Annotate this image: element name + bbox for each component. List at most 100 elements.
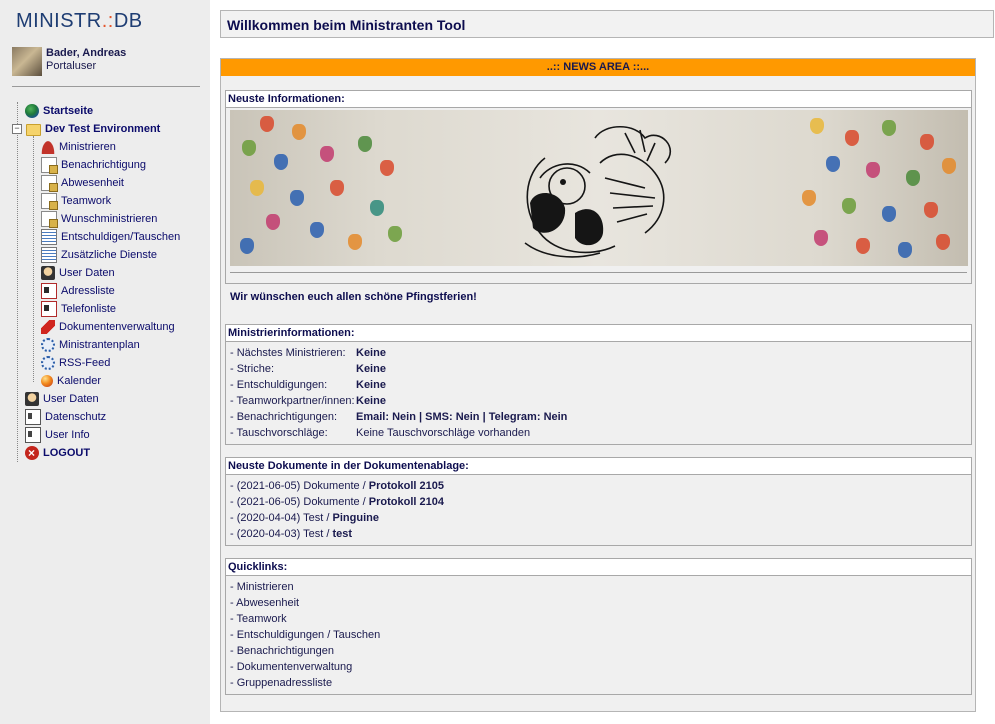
handprint [802, 190, 816, 206]
page-title: Willkommen beim Ministranten Tool [220, 10, 994, 38]
user-face-icon [25, 392, 39, 406]
info-row-swap: - Tauschvorschläge: Keine Tauschvorschläg… [230, 427, 531, 439]
quicklink-benachrichtigungen[interactable]: - Benachrichtigungen [230, 643, 967, 659]
nav-wunschministrieren[interactable]: Wunschministrieren [41, 211, 157, 228]
handprint [330, 180, 344, 196]
quicklink-abwesenheit[interactable]: - Abwesenheit [230, 595, 967, 611]
document-item[interactable]: - (2021-06-05) Dokumente / Protokoll 210… [230, 478, 967, 494]
handprint [942, 158, 956, 174]
nav-rss-feed[interactable]: RSS-Feed [41, 355, 110, 371]
calendar-ball-icon [41, 375, 53, 387]
quicklinks-box: Quicklinks: - Ministrieren - Abwesenheit… [225, 558, 972, 695]
handprint [856, 238, 870, 254]
nav-logout[interactable]: LOGOUT [25, 445, 90, 461]
user-role: Portaluser [46, 60, 97, 72]
address-card-icon [41, 283, 57, 299]
handprint [250, 180, 264, 196]
news-area-header: ..:: NEWS AREA ::... [221, 59, 975, 76]
nav-teamwork[interactable]: Teamwork [41, 193, 111, 210]
main-panel: ..:: NEWS AREA ::... Neuste Informatione… [220, 58, 976, 712]
nav-user-daten[interactable]: User Daten [25, 391, 99, 407]
handprint [242, 140, 256, 156]
quicklink-gruppenadressliste[interactable]: - Gruppenadressliste [230, 675, 967, 691]
tree-guide-line [17, 102, 18, 462]
globe-icon [25, 104, 39, 118]
collapse-icon[interactable]: − [12, 124, 22, 134]
handprint [906, 170, 920, 186]
handprint [882, 206, 896, 222]
nav-startseite[interactable]: Startseite [25, 103, 93, 119]
quicklink-ministrieren[interactable]: - Ministrieren [230, 579, 967, 595]
document-item[interactable]: - (2021-06-05) Dokumente / Protokoll 210… [230, 494, 967, 510]
handprint [388, 226, 402, 242]
ministrier-info-heading: Ministrierinformationen: [226, 325, 971, 342]
handprint [826, 156, 840, 172]
handprint [866, 162, 880, 178]
nav-entschuldigen-tauschen[interactable]: Entschuldigen/Tauschen [41, 229, 180, 245]
handprint [310, 222, 324, 238]
news-box: Neuste Informationen: Wir wünschen euch … [225, 90, 972, 303]
news-divider [230, 272, 967, 273]
handprint [810, 118, 824, 134]
gear-icon [41, 338, 55, 352]
nav-adressliste[interactable]: Adressliste [41, 283, 115, 299]
handprint [814, 230, 828, 246]
checklist-icon [41, 247, 57, 263]
nav-ministrantenplan[interactable]: Ministrantenplan [41, 337, 140, 353]
quicklink-dokumentenverwaltung[interactable]: - Dokumentenverwaltung [230, 659, 967, 675]
tree-guide-line [33, 136, 34, 382]
nav-user-daten-group[interactable]: User Daten [41, 265, 115, 281]
nav-abwesenheit[interactable]: Abwesenheit [41, 175, 124, 192]
document-edit-icon [41, 175, 58, 192]
news-message: Wir wünschen euch allen schöne Pfingstfe… [230, 291, 477, 303]
handprint [292, 124, 306, 140]
ink-drawing [524, 126, 672, 258]
sidebar-divider [12, 86, 200, 87]
handprint [924, 202, 938, 218]
handprint [370, 200, 384, 216]
nav-datenschutz[interactable]: Datenschutz [25, 409, 106, 425]
nav-telefonliste[interactable]: Telefonliste [41, 301, 116, 317]
phone-card-icon [41, 301, 57, 317]
folder-open-icon [26, 124, 41, 136]
nav-group-dev-test[interactable]: − Dev Test Environment [12, 121, 160, 137]
handprint [358, 136, 372, 152]
sidebar: MINISTR.:DB Bader, Andreas Portaluser St… [0, 0, 210, 724]
info-row: - Striche: Keine [230, 363, 386, 375]
document-item[interactable]: - (2020-04-03) Test / test [230, 526, 967, 542]
nav-dokumentenverwaltung[interactable]: Dokumentenverwaltung [41, 319, 175, 335]
nav-benachrichtigung[interactable]: Benachrichtigung [41, 157, 146, 174]
handprint [320, 146, 334, 162]
nav-kalender[interactable]: Kalender [41, 373, 101, 389]
avatar [12, 47, 42, 76]
handprint [898, 242, 912, 258]
document-edit-icon [41, 211, 58, 228]
nav-ministrieren[interactable]: Ministrieren [41, 139, 116, 155]
info-row: - Nächstes Ministrieren: Keine [230, 347, 386, 359]
handprint [266, 214, 280, 230]
handprint [240, 238, 254, 254]
handprint [845, 130, 859, 146]
id-card-icon [25, 409, 41, 425]
user-name: Bader, Andreas [46, 47, 127, 59]
handprint [260, 116, 274, 132]
document-edit-icon [41, 157, 58, 174]
id-card-icon [25, 427, 41, 443]
ministrier-info-box: Ministrierinformationen: - Nächstes Mini… [225, 324, 972, 445]
logout-icon [25, 445, 39, 461]
pdf-icon [41, 320, 55, 334]
quicklink-entschuldigungen[interactable]: - Entschuldigungen / Tauschen [230, 627, 967, 643]
nav-user-info[interactable]: User Info [25, 427, 90, 443]
handprint [274, 154, 288, 170]
document-item[interactable]: - (2020-04-04) Test / Pinguine [230, 510, 967, 526]
news-image [230, 110, 968, 266]
info-row: - Entschuldigungen: Keine [230, 379, 386, 391]
handprint [882, 120, 896, 136]
handprint [290, 190, 304, 206]
nav-zusaetzliche-dienste[interactable]: Zusätzliche Dienste [41, 247, 157, 263]
quicklink-teamwork[interactable]: - Teamwork [230, 611, 967, 627]
quicklinks-heading: Quicklinks: [226, 559, 971, 576]
document-edit-icon [41, 193, 58, 210]
app-logo[interactable]: MINISTR.:DB [16, 10, 143, 33]
documents-box: Neuste Dokumente in der Dokumentenablage… [225, 457, 972, 546]
